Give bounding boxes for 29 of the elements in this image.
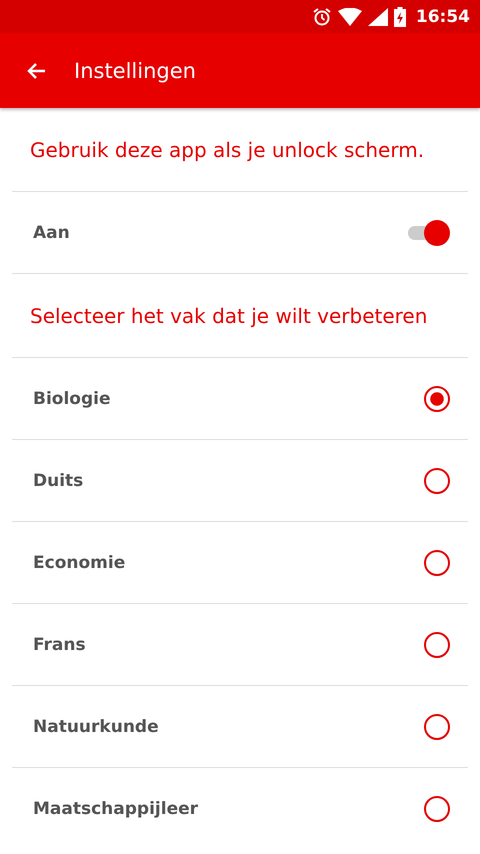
radio-button[interactable] (424, 386, 450, 412)
battery-icon (394, 6, 406, 26)
radio-button[interactable] (424, 632, 450, 658)
clock-time: 16:54 (416, 6, 470, 26)
section-header: Selecteer het vak dat je wilt verbeteren (30, 304, 428, 328)
wifi-icon (338, 8, 362, 26)
screen-title: Instellingen (74, 58, 196, 82)
radio-button[interactable] (424, 796, 450, 822)
row-label: Frans (33, 634, 86, 654)
settings-row[interactable]: Duits (12, 440, 468, 522)
signal-icon (368, 8, 388, 26)
radio-button[interactable] (424, 468, 450, 494)
settings-row[interactable]: Biologie (12, 358, 468, 440)
row-label: Aan (33, 222, 70, 242)
row-label: Economie (33, 552, 126, 572)
row-label: Natuurkunde (33, 716, 159, 736)
row-label: Biologie (33, 388, 110, 408)
toggle-switch[interactable] (408, 218, 450, 246)
section-header: Gebruik deze app als je unlock scherm. (30, 138, 424, 162)
radio-button[interactable] (424, 550, 450, 576)
radio-button[interactable] (424, 714, 450, 740)
settings-row[interactable]: Frans (12, 604, 468, 686)
settings-row[interactable]: Maatschappijleer (12, 768, 468, 850)
row-label: Maatschappijleer (33, 799, 198, 819)
settings-row[interactable]: Economie (12, 522, 468, 604)
row-label: Duits (33, 470, 84, 490)
settings-row[interactable]: Aan (12, 192, 468, 274)
settings-row[interactable]: Natuurkunde (12, 686, 468, 768)
alarm-clock-icon (312, 6, 332, 26)
